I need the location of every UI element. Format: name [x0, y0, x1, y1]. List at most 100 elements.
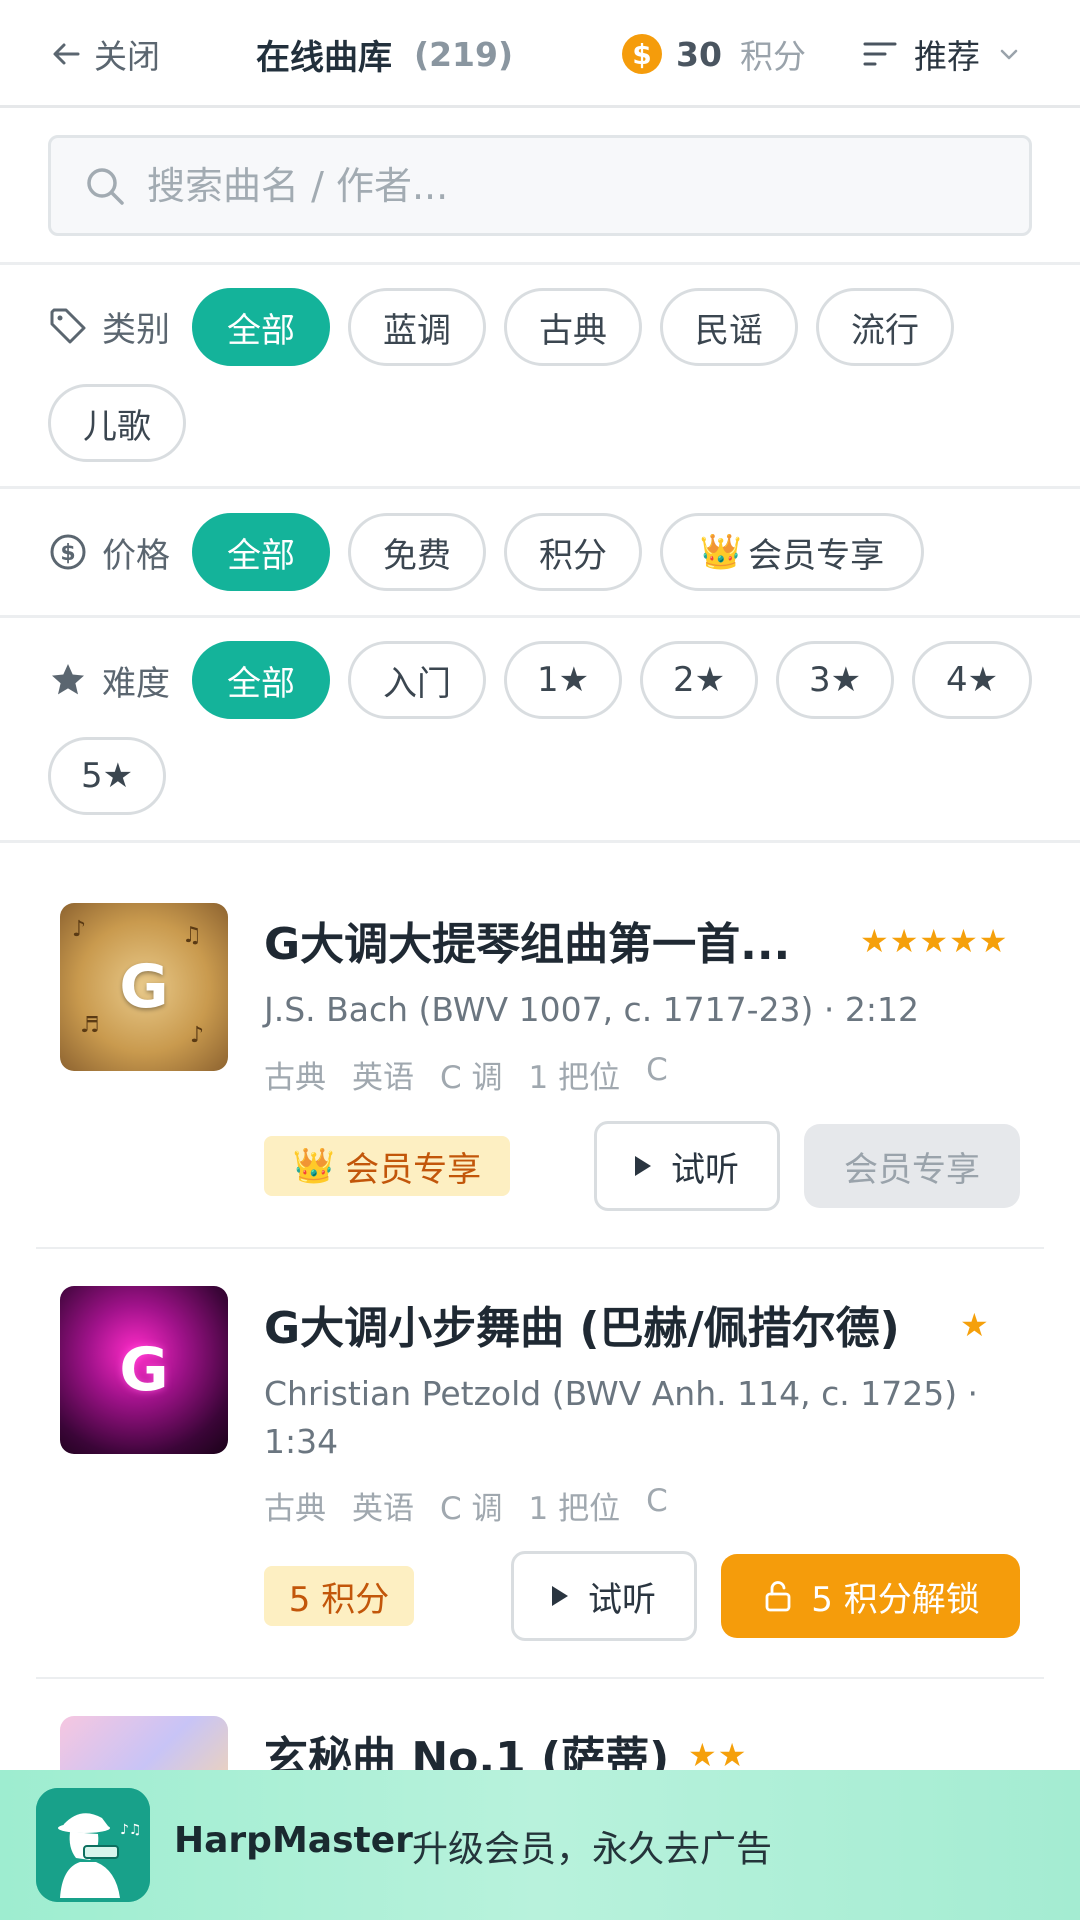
sort-dropdown[interactable]: 推荐 — [860, 30, 1020, 78]
tag-icon — [50, 308, 86, 344]
difficulty-label-text: 难度 — [102, 663, 170, 704]
dollar-circle-icon: $ — [50, 534, 86, 570]
coin-icon: $ — [622, 34, 662, 74]
tag-genre: 古典 — [264, 1491, 326, 1527]
promo-text: 升级会员，永久去广告 — [412, 1829, 773, 1870]
sort-lines-icon — [863, 42, 897, 66]
listen-label: 试听 — [671, 1149, 739, 1190]
lock-open-icon — [765, 1581, 791, 1612]
thumb-letter: G — [119, 1335, 169, 1405]
vip-badge: 👑 会员专享 — [264, 1136, 510, 1196]
category-chip-kids[interactable]: 儿歌 — [48, 384, 186, 462]
difficulty-filter-label: 难度 — [48, 641, 170, 719]
difficulty-chip-1-star[interactable]: 1★ — [504, 641, 622, 719]
divider — [36, 1247, 1044, 1249]
sort-label: 推荐 — [914, 37, 980, 76]
search-bar[interactable] — [48, 135, 1032, 236]
points-badge: 5 积分 — [264, 1566, 414, 1626]
thumb-letter: G — [119, 952, 169, 1022]
song-meta: J.S. Bach (BWV 1007, c. 1717-23) · 2:12 — [264, 990, 920, 1029]
star-icon — [52, 664, 84, 695]
unlock-label: 5 积分解锁 — [811, 1579, 980, 1620]
points-unit: 积分 — [739, 37, 806, 76]
brand-name: HarpMaster — [174, 1820, 413, 1861]
divider — [36, 1677, 1044, 1679]
price-chip-points[interactable]: 积分 — [504, 513, 642, 591]
tag-language: 英语 — [352, 1491, 414, 1527]
search-icon — [87, 167, 124, 205]
difficulty-chip-4-star[interactable]: 4★ — [912, 641, 1032, 719]
music-note-icon: ♪ — [190, 1023, 205, 1048]
svg-text:♪♫: ♪♫ — [120, 1822, 142, 1838]
divider — [0, 486, 1080, 489]
difficulty-chip-3-star[interactable]: 3★ — [776, 641, 894, 719]
song-thumbnail: ♪ ♫ ♬ ♪ G — [60, 903, 228, 1071]
listen-label: 试听 — [588, 1579, 656, 1620]
category-chip-pop[interactable]: 流行 — [816, 288, 954, 366]
song-title[interactable]: G大调小步舞曲 (巴赫/佩措尔德) — [264, 1292, 900, 1356]
category-chip-all[interactable]: 全部 — [192, 288, 330, 366]
harpmaster-logo: ♪♫ — [36, 1788, 150, 1902]
tag-language: 英语 — [352, 1060, 414, 1096]
tag-key: C 调 — [440, 1060, 503, 1096]
tag-genre: 古典 — [264, 1060, 326, 1096]
upgrade-banner[interactable]: ♪♫ HarpMaster 升级会员，永久去广告 — [0, 1770, 1080, 1920]
music-note-icon: ♬ — [80, 1013, 100, 1038]
crown-icon: 👑 — [292, 1146, 336, 1186]
crown-icon: 👑 — [699, 532, 743, 572]
points-balance[interactable]: $ 30 积分 — [622, 32, 806, 76]
close-button[interactable]: 关闭 — [48, 30, 160, 78]
song-thumbnail: G — [60, 1286, 228, 1454]
category-filter-label: 类别 — [48, 287, 170, 365]
close-label: 关闭 — [94, 37, 160, 76]
category-label-text: 类别 — [102, 309, 170, 350]
tag-position: 1 把位 — [528, 1491, 621, 1527]
harmonica-player-icon: ♪♫ — [36, 1788, 150, 1902]
category-chip-blues[interactable]: 蓝调 — [348, 288, 486, 366]
listen-button[interactable]: 试听 — [594, 1121, 780, 1211]
divider — [0, 615, 1080, 618]
unlock-button[interactable]: 5 积分解锁 — [721, 1554, 1020, 1638]
tag-position: 1 把位 — [528, 1060, 621, 1096]
song-meta: Christian Petzold (BWV Anh. 114, c. 1725… — [264, 1374, 979, 1461]
badge-label: 会员专享 — [345, 1149, 482, 1190]
price-chip-free[interactable]: 免费 — [348, 513, 486, 591]
difficulty-chip-all[interactable]: 全部 — [192, 641, 330, 719]
tag-note: C — [646, 1483, 668, 1519]
search-input[interactable] — [147, 163, 1007, 208]
difficulty-chip-5-star[interactable]: 5★ — [48, 737, 166, 815]
price-label-text: 价格 — [102, 535, 170, 576]
price-filter-label: $ 价格 — [48, 513, 170, 591]
price-chip-all[interactable]: 全部 — [192, 513, 330, 591]
chevron-down-icon — [1000, 49, 1018, 60]
song-title[interactable]: G大调大提琴组曲第一首... — [264, 908, 790, 972]
difficulty-chip-2-star[interactable]: 2★ — [640, 641, 758, 719]
music-note-icon: ♫ — [182, 923, 202, 948]
svg-text:$: $ — [60, 541, 75, 566]
category-chip-folk[interactable]: 民谣 — [660, 288, 798, 366]
points-value: 30 — [676, 34, 722, 74]
page-title: 在线曲库 — [256, 37, 392, 78]
top-bar: 关闭 在线曲库 (219) $ 30 积分 推荐 — [0, 0, 1080, 108]
tag-key: C 调 — [440, 1491, 503, 1527]
music-note-icon: ♪ — [72, 917, 87, 942]
arrow-left-icon — [53, 43, 80, 65]
difficulty-chip-beginner[interactable]: 入门 — [348, 641, 486, 719]
price-chip-vip-label: 会员专享 — [748, 535, 885, 576]
difficulty-stars: ★★ — [688, 1736, 748, 1774]
song-tags: 古典 英语 C 调 1 把位 C — [264, 1052, 668, 1097]
song-tags: 古典 英语 C 调 1 把位 C — [264, 1483, 668, 1528]
divider — [0, 840, 1080, 843]
divider — [0, 262, 1080, 265]
listen-button[interactable]: 试听 — [511, 1551, 697, 1641]
price-chip-vip[interactable]: 👑 会员专享 — [660, 513, 924, 591]
song-count: (219) — [414, 34, 514, 74]
difficulty-stars: ★ — [960, 1306, 990, 1344]
vip-only-button[interactable]: 会员专享 — [804, 1124, 1020, 1208]
play-icon — [635, 1156, 651, 1176]
play-icon — [552, 1586, 568, 1606]
tag-note: C — [646, 1052, 668, 1088]
title-area: 在线曲库 (219) — [256, 30, 513, 78]
category-chip-classical[interactable]: 古典 — [504, 288, 642, 366]
difficulty-stars: ★★★★★ — [860, 922, 1009, 960]
